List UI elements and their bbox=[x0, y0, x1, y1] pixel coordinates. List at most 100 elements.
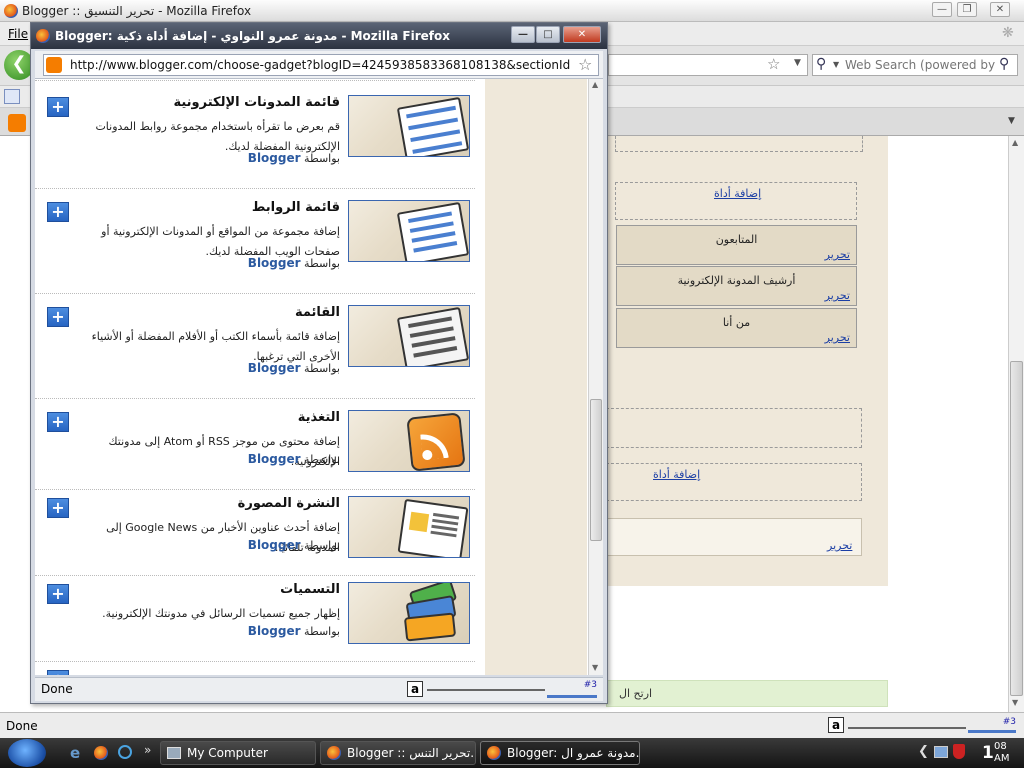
gadget-edit-link[interactable]: تحرير bbox=[825, 331, 850, 344]
ie-quicklaunch-icon[interactable]: e bbox=[70, 744, 80, 762]
add-gadget-link-2[interactable]: إضافة أداة bbox=[653, 468, 700, 481]
scroll-down-icon[interactable]: ▼ bbox=[1012, 698, 1018, 707]
search-icon[interactable]: ⚲ bbox=[816, 56, 826, 72]
search-input[interactable] bbox=[845, 57, 995, 73]
popup-bookmark-star-icon[interactable]: ☆ bbox=[578, 55, 592, 74]
popup-close-button[interactable]: ✕ bbox=[563, 26, 601, 43]
green-notice-strip: ارتح ال bbox=[606, 680, 888, 707]
firefox-icon bbox=[4, 4, 18, 18]
gadget-title[interactable]: النشرة المصورة bbox=[238, 496, 340, 511]
firefox-quicklaunch-icon[interactable] bbox=[94, 746, 108, 760]
scroll-up-icon[interactable]: ▲ bbox=[1012, 138, 1018, 147]
popup-vertical-scrollbar[interactable]: ▲ ▼ bbox=[588, 79, 603, 675]
quicklaunch-more-icon[interactable]: » bbox=[144, 743, 151, 757]
search-engine-dropdown-icon[interactable]: ▼ bbox=[833, 60, 839, 69]
gadget-item-link-list: + قائمة الروابط إضافة مجموعة من المواقع … bbox=[35, 194, 475, 294]
gadget-item-partial bbox=[35, 79, 475, 81]
gadget-author: Blogger bbox=[247, 256, 301, 270]
security-shield-icon[interactable] bbox=[953, 744, 965, 759]
taskbar-button-my-computer[interactable]: My Computer bbox=[160, 741, 316, 765]
clock-ampm: AM bbox=[994, 753, 1010, 764]
popup-url-field[interactable]: http://www.blogger.com/choose-gadget?blo… bbox=[43, 54, 599, 76]
add-gadget-plus-button[interactable]: + bbox=[47, 670, 69, 675]
main-vertical-scrollbar[interactable]: ▲ ▼ bbox=[1008, 136, 1024, 712]
popup-minimize-button[interactable]: — bbox=[511, 26, 535, 43]
gadget-title[interactable]: القائمة bbox=[295, 305, 340, 320]
url-bar-tail[interactable]: ☆ ▼ bbox=[608, 54, 808, 76]
popup-scroll-down-icon[interactable]: ▼ bbox=[592, 663, 598, 672]
gadget-item-partial-bottom: + bbox=[35, 662, 475, 675]
taskbar-button-label: Blogger :: تحرير التنس... bbox=[347, 746, 475, 760]
gadget-label: المتابعون bbox=[715, 233, 758, 246]
start-button[interactable] bbox=[8, 739, 46, 767]
taskbar-button-blogger-gadget[interactable]: Blogger: مدونة عمرو ال... bbox=[480, 741, 640, 765]
footer-edit-link[interactable]: تحرير bbox=[827, 539, 852, 552]
thumbnail-paper bbox=[396, 96, 469, 156]
page-element-box bbox=[606, 408, 862, 448]
gadget-author: Blogger bbox=[247, 452, 301, 466]
gadget-item-feed: + التغذية إضافة محتوى من موجز RSS أو Ato… bbox=[35, 404, 475, 490]
by-label: بواسطة bbox=[304, 362, 340, 375]
activity-indicator-icon bbox=[848, 715, 966, 729]
gadget-label: أرشيف المدونة الإلكترونية bbox=[677, 274, 796, 287]
gadget-title[interactable]: التغذية bbox=[298, 410, 340, 425]
bookmark-item-icon[interactable] bbox=[4, 89, 20, 104]
popup-status-text: Done bbox=[41, 682, 73, 696]
firefox-icon bbox=[327, 746, 341, 760]
gadget-title[interactable]: قائمة المدونات الإلكترونية bbox=[173, 95, 340, 110]
gadget-byline: بواسطة Blogger bbox=[248, 361, 340, 375]
footer-element-box: تحرير bbox=[606, 518, 862, 556]
labels-icon bbox=[348, 582, 470, 644]
popup-maximize-button[interactable]: □ bbox=[536, 26, 560, 43]
add-gadget-plus-button[interactable]: + bbox=[47, 97, 69, 117]
popup-url-text[interactable]: http://www.blogger.com/choose-gadget?blo… bbox=[70, 58, 570, 72]
popup-activity-indicator-icon bbox=[427, 679, 545, 691]
main-status-text: Done bbox=[6, 719, 38, 733]
tab-list-icon[interactable]: ▼ bbox=[1008, 116, 1015, 126]
taskbar-button-label: Blogger: مدونة عمرو ال... bbox=[507, 746, 640, 760]
add-gadget-plus-button[interactable]: + bbox=[47, 202, 69, 222]
gadget-edit-link[interactable]: تحرير bbox=[825, 248, 850, 261]
restore-button[interactable]: ❐ bbox=[957, 2, 977, 17]
computer-icon bbox=[167, 747, 181, 759]
taskbar-button-blogger-layout[interactable]: Blogger :: تحرير التنس... bbox=[320, 741, 476, 765]
gadget-title[interactable]: التسميات bbox=[280, 582, 340, 597]
gadget-author: Blogger bbox=[247, 361, 301, 375]
tray-expand-icon[interactable]: ❮ bbox=[918, 744, 929, 759]
thumbnail-paper bbox=[397, 498, 469, 557]
popup-addon-a-icon[interactable]: a bbox=[407, 681, 423, 697]
gadget-byline: بواسطة Blogger bbox=[248, 452, 340, 466]
network-icon[interactable] bbox=[934, 746, 948, 758]
url-dropdown-icon[interactable]: ▼ bbox=[794, 58, 801, 68]
add-gadget-plus-button[interactable]: + bbox=[47, 307, 69, 327]
rss-feed-icon bbox=[348, 410, 470, 472]
search-go-icon[interactable]: ⚲ bbox=[999, 56, 1009, 72]
scroll-thumb[interactable] bbox=[1010, 361, 1023, 696]
add-gadget-plus-button[interactable]: + bbox=[47, 412, 69, 432]
popup-scroll-up-icon[interactable]: ▲ bbox=[592, 80, 598, 89]
popup-scroll-thumb[interactable] bbox=[590, 399, 602, 541]
minimize-button[interactable]: — bbox=[932, 2, 952, 17]
gadget-about-me: من أنا تحرير bbox=[616, 308, 857, 348]
gadget-blog-archive: أرشيف المدونة الإلكترونية تحرير bbox=[616, 266, 857, 306]
gadget-item-newsreel: + النشرة المصورة إضافة أحدث عناوين الأخب… bbox=[35, 490, 475, 576]
gadget-author: Blogger bbox=[247, 624, 301, 638]
menu-file[interactable]: File bbox=[8, 27, 28, 41]
gadget-description: إظهار جميع تسميات الرسائل في مدونتك الإل… bbox=[102, 607, 340, 620]
clock-hour[interactable]: 08 bbox=[994, 741, 1007, 752]
taskbar-button-label: My Computer bbox=[187, 746, 268, 760]
gadget-title[interactable]: قائمة الروابط bbox=[252, 200, 340, 215]
search-box[interactable]: ⚲ ▼ ⚲ bbox=[812, 54, 1018, 76]
add-gadget-link-1[interactable]: إضافة أداة bbox=[714, 187, 761, 200]
add-gadget-plus-button[interactable]: + bbox=[47, 498, 69, 518]
close-button[interactable]: ✕ bbox=[990, 2, 1010, 17]
quicklaunch-app-icon[interactable] bbox=[118, 745, 132, 759]
bookmark-star-icon[interactable]: ☆ bbox=[767, 55, 780, 73]
gadget-edit-link[interactable]: تحرير bbox=[825, 289, 850, 302]
add-gadget-plus-button[interactable]: + bbox=[47, 584, 69, 604]
thumbnail-paper bbox=[396, 306, 469, 366]
gadget-author: Blogger bbox=[247, 538, 301, 552]
addon-a-icon[interactable]: a bbox=[828, 717, 844, 733]
notice-text: ارتح ال bbox=[619, 687, 653, 700]
blogger-tab-icon[interactable] bbox=[8, 114, 26, 132]
